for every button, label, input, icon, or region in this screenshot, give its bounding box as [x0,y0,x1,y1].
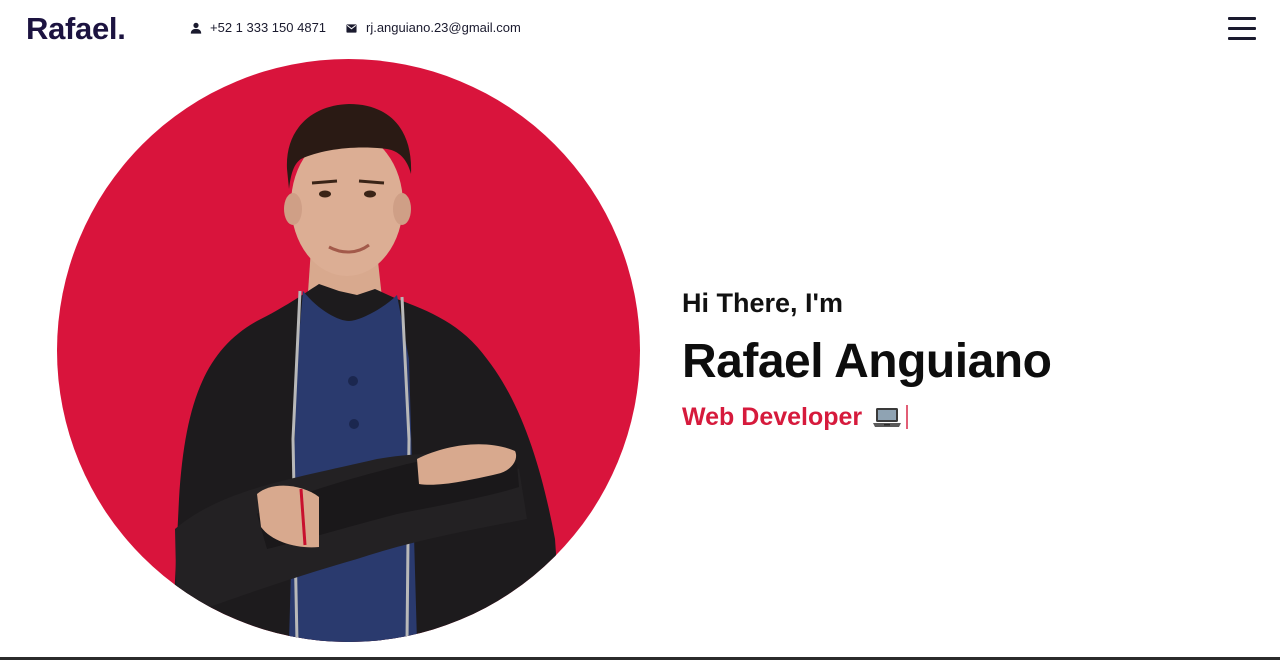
site-logo[interactable]: Rafael. [26,10,126,48]
person-brow-right [358,179,385,185]
shirt-button [349,419,359,429]
hero-greeting: Hi There, I'm [682,288,843,318]
email-link[interactable]: rj.anguiano.23@gmail.com [345,20,521,36]
phone-text: +52 1 333 150 4871 [210,20,327,35]
phone-link[interactable]: +52 1 333 150 4871 [190,20,326,36]
laptop-icon [873,408,902,427]
person-ear-left [284,193,302,225]
hero-role: Web Developer [682,402,1051,432]
hero-role-text: Web Developer [682,403,863,431]
menu-bar-bottom [1228,37,1256,40]
menu-bar-top [1228,17,1256,20]
person-ear-right [393,193,411,225]
profile-photo [57,59,640,642]
person-brow-left [311,179,338,185]
profile-photo-graphic [57,59,640,642]
person-eye-right [364,190,376,198]
person-eye-left [319,190,331,198]
hamburger-menu-icon[interactable] [1228,16,1256,40]
email-text: rj.anguiano.23@gmail.com [366,20,521,35]
hero-name: Rafael Anguiano [682,335,1052,388]
shirt-button [348,376,358,386]
typing-cursor [906,405,909,429]
person-icon [190,22,202,34]
hero-intro: Hi There, I'm Rafael Anguiano Web Develo… [682,286,1052,432]
mail-icon [346,23,357,33]
top-navbar: Rafael. +52 1 333 150 4871 rj.anguiano.2… [0,0,1280,58]
menu-bar-middle [1228,27,1256,30]
